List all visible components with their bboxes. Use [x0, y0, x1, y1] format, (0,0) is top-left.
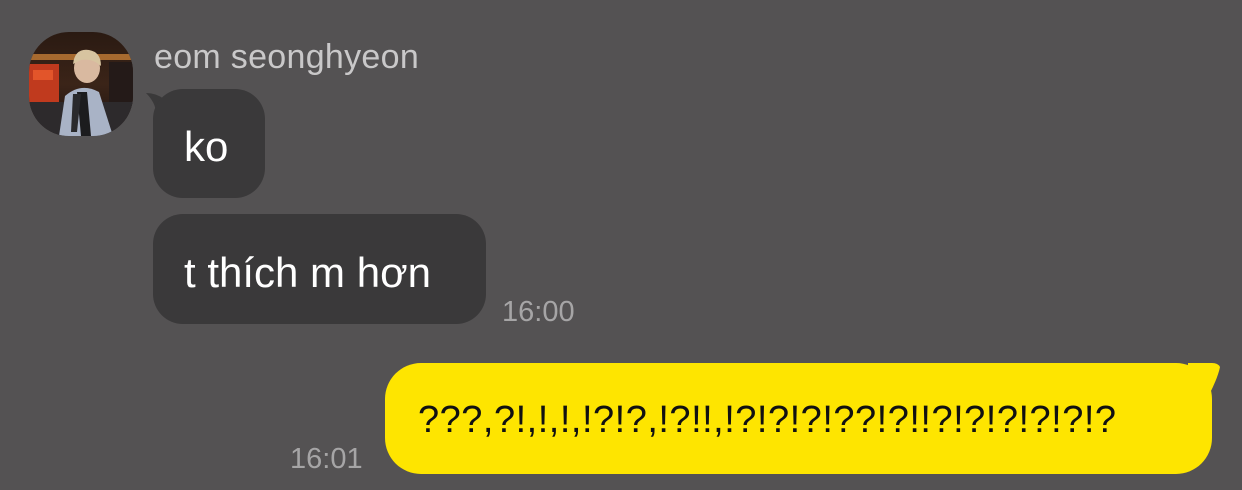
- incoming-timestamp: 16:00: [502, 296, 575, 328]
- chat-view: eom seonghyeon ko t thích m hơn 16:00 16…: [0, 0, 1242, 490]
- avatar-photo: [29, 32, 133, 136]
- message-text: t thích m hơn: [184, 249, 431, 296]
- avatar[interactable]: [29, 32, 133, 136]
- incoming-message-bubble[interactable]: t thích m hơn: [153, 214, 486, 324]
- sender-name: eom seonghyeon: [154, 38, 420, 76]
- message-text: ???,?!,!,!,!?!?,!?!!,!?!?!?!??!?!!?!?!?!…: [418, 399, 1117, 441]
- outgoing-timestamp: 16:01: [290, 443, 363, 475]
- outgoing-message-bubble[interactable]: ???,?!,!,!,!?!?,!?!!,!?!?!?!??!?!!?!?!?!…: [385, 363, 1212, 474]
- incoming-message-bubble[interactable]: ko: [153, 89, 265, 198]
- message-text: ko: [184, 123, 229, 170]
